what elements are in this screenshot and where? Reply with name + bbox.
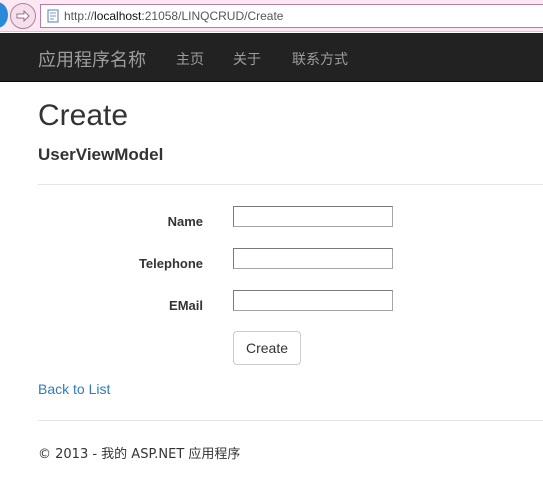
url-host: localhost [94, 9, 142, 23]
url-rest: :21058/LINQCRUD/Create [141, 9, 284, 23]
url-prefix: http:// [64, 9, 95, 23]
nav-item-home[interactable]: 主页 [176, 49, 204, 69]
footer-text: © 2013 - 我的 ASP.NET 应用程序 [38, 447, 241, 462]
nav-item-about[interactable]: 关于 [233, 49, 261, 69]
page-title: Create [38, 99, 129, 132]
page-subtitle: UserViewModel [38, 145, 164, 164]
navbar-brand[interactable]: 应用程序名称 [38, 46, 146, 72]
nav-item-contact[interactable]: 联系方式 [292, 49, 348, 69]
url-input[interactable]: http://localhost:21058/LINQCRUD/Create [40, 4, 543, 28]
email-label: EMail [169, 298, 203, 313]
telephone-input[interactable] [233, 248, 393, 269]
name-label: Name [167, 214, 203, 229]
divider [38, 184, 543, 185]
forward-button[interactable] [10, 3, 36, 29]
name-input[interactable] [233, 206, 393, 227]
arrow-right-icon [16, 10, 30, 22]
browser-logo-icon [0, 2, 8, 28]
navbar: 应用程序名称 主页 关于 联系方式 [0, 33, 543, 82]
footer-divider [38, 420, 543, 421]
back-to-list-link[interactable]: Back to List [38, 381, 110, 397]
email-input[interactable] [233, 290, 393, 311]
url-text: http://localhost:21058/LINQCRUD/Create [64, 9, 283, 23]
create-button[interactable]: Create [233, 331, 301, 365]
browser-address-bar: http://localhost:21058/LINQCRUD/Create [0, 0, 543, 32]
page-icon [46, 9, 60, 23]
telephone-label: Telephone [138, 256, 203, 271]
